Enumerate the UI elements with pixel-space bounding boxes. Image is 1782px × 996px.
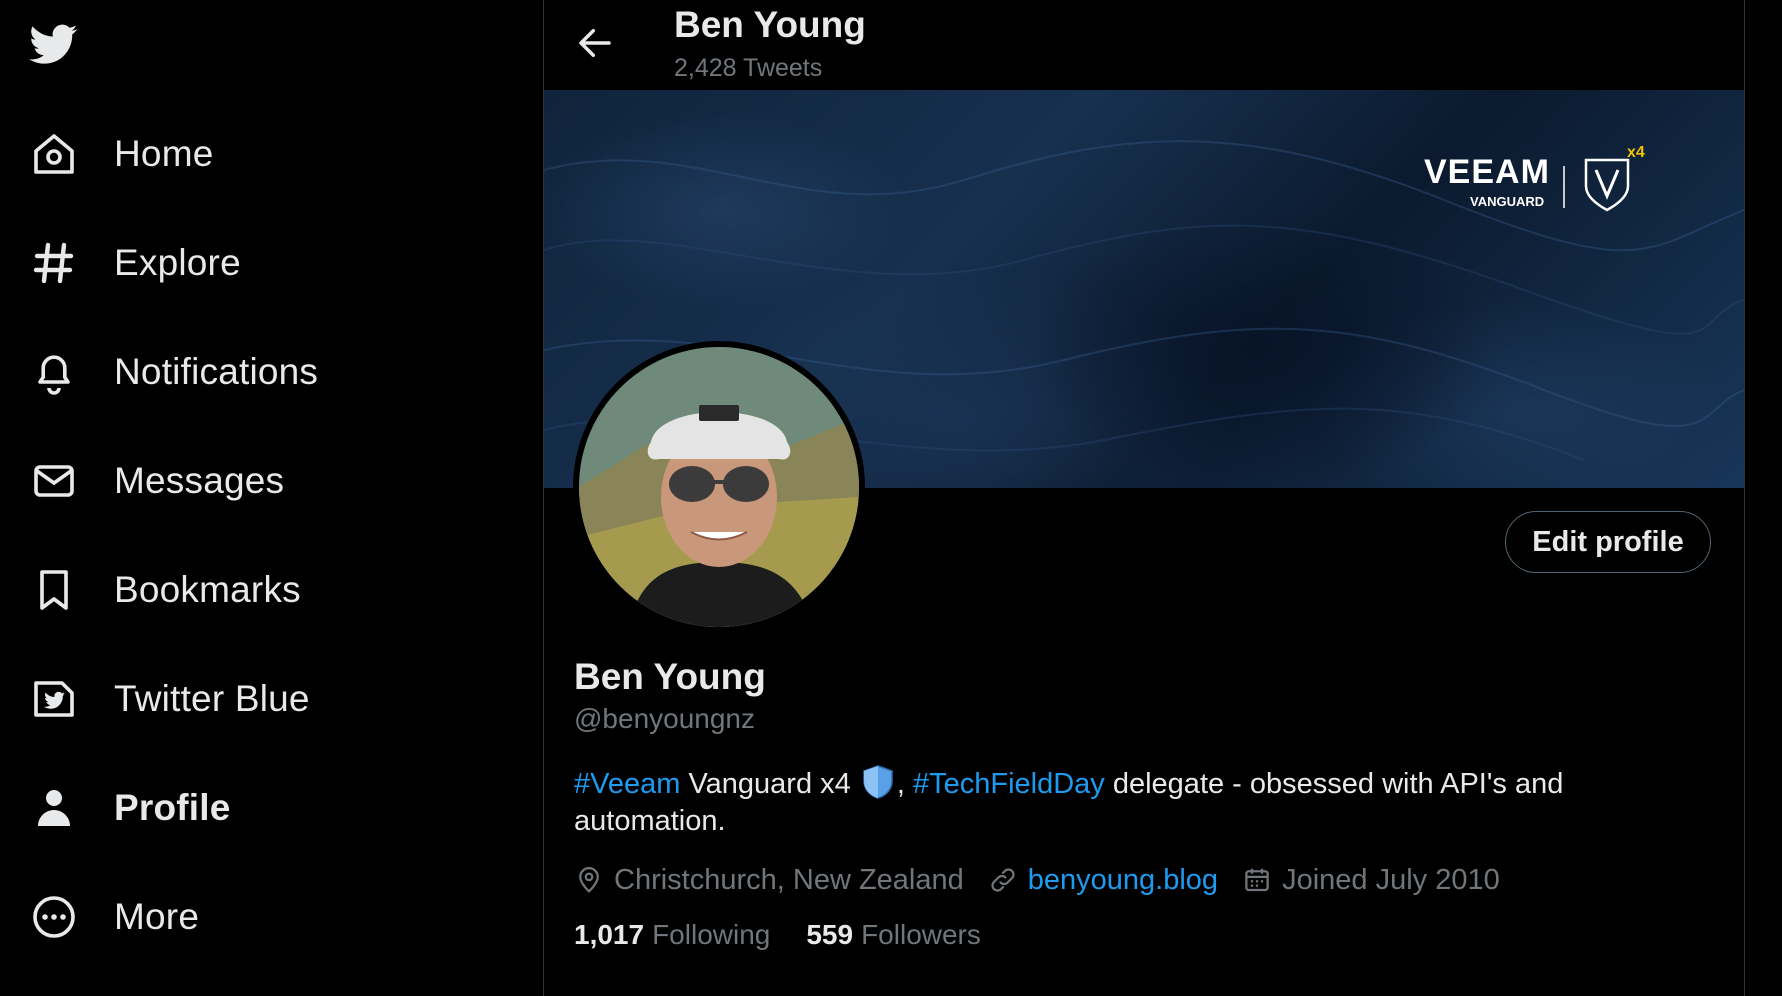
nav-label-more: More: [114, 896, 200, 937]
nav-item-notifications[interactable]: Notifications: [26, 342, 318, 402]
nav-label-notifications: Notifications: [114, 351, 319, 392]
sidebar: Home Explore Notifications Messages Book…: [0, 0, 543, 996]
nav-label-explore: Explore: [114, 242, 241, 283]
nav-item-more[interactable]: More: [26, 887, 199, 947]
profile-website[interactable]: benyoung.blog: [988, 864, 1218, 897]
profile-meta: Christchurch, New Zealand benyoung.blog …: [574, 860, 1524, 900]
profile-avatar[interactable]: [573, 341, 865, 633]
twitter-blue-icon: [26, 671, 82, 727]
nav-label-twitter-blue: Twitter Blue: [114, 678, 310, 719]
joined-text: Joined July 2010: [1282, 863, 1500, 896]
svg-text:VANGUARD: VANGUARD: [1470, 194, 1544, 209]
bio-text: ,: [896, 768, 913, 800]
link-icon: [991, 868, 1015, 892]
followers-count: 559: [806, 919, 854, 950]
nav-label-bookmarks: Bookmarks: [114, 569, 301, 610]
profile-stats: 1,017 Following 559 Followers: [574, 919, 1017, 951]
veeam-vanguard-logo: VEEAM VANGUARD x4: [1424, 140, 1654, 215]
profile-joined: Joined July 2010: [1242, 864, 1500, 897]
svg-text:x4: x4: [1627, 144, 1645, 161]
nav-label-profile: Profile: [114, 787, 231, 828]
nav-item-profile[interactable]: Profile: [26, 778, 231, 838]
nav-item-explore[interactable]: Explore: [26, 233, 241, 293]
nav-item-messages[interactable]: Messages: [26, 451, 284, 511]
profile-column: Ben Young 2,428 Tweets VEEAM VANGUARD x4: [543, 0, 1745, 996]
svg-text:VEEAM: VEEAM: [1424, 153, 1550, 191]
following-link[interactable]: 1,017 Following: [574, 919, 770, 951]
following-count: 1,017: [574, 919, 645, 950]
bookmark-icon: [26, 562, 82, 618]
profile-handle: @benyoungnz: [574, 703, 756, 734]
bio-hashtag-veeam[interactable]: #Veeam: [574, 768, 680, 800]
location-text: Christchurch, New Zealand: [614, 863, 964, 896]
location-pin-icon: [579, 867, 599, 893]
nav-item-home[interactable]: Home: [26, 124, 214, 184]
profile-bio: #Veeam Vanguard x4 , #TechFieldDay deleg…: [574, 765, 1574, 840]
followers-link[interactable]: 559 Followers: [806, 919, 981, 951]
nav-label-messages: Messages: [114, 460, 285, 501]
calendar-icon: [1245, 868, 1269, 892]
hashtag-icon: [26, 235, 82, 291]
header-tweet-count: 2,428 Tweets: [674, 54, 823, 82]
profile-header-bar: Ben Young 2,428 Tweets: [544, 0, 1744, 90]
profile-display-name: Ben Young: [574, 656, 766, 697]
twitter-logo-icon[interactable]: [28, 20, 80, 68]
home-icon: [26, 126, 82, 182]
back-arrow-icon[interactable]: [574, 22, 616, 64]
nav-item-twitter-blue[interactable]: Twitter Blue: [26, 669, 310, 729]
header-name: Ben Young: [674, 4, 866, 45]
followers-label: Followers: [861, 919, 981, 950]
envelope-icon: [26, 453, 82, 509]
nav-item-bookmarks[interactable]: Bookmarks: [26, 560, 301, 620]
bio-hashtag-techfieldday[interactable]: #TechFieldDay: [913, 768, 1105, 800]
bell-icon: [26, 344, 82, 400]
profile-location: Christchurch, New Zealand: [574, 864, 964, 897]
blue-shield-emoji-icon: [863, 765, 893, 799]
bio-text: Vanguard x4: [680, 768, 859, 800]
nav-label-home: Home: [114, 133, 214, 174]
more-circle-icon: [26, 889, 82, 945]
website-link[interactable]: benyoung.blog: [1028, 864, 1218, 897]
person-icon: [26, 780, 82, 836]
edit-profile-button[interactable]: Edit profile: [1505, 511, 1711, 573]
following-label: Following: [652, 919, 771, 950]
